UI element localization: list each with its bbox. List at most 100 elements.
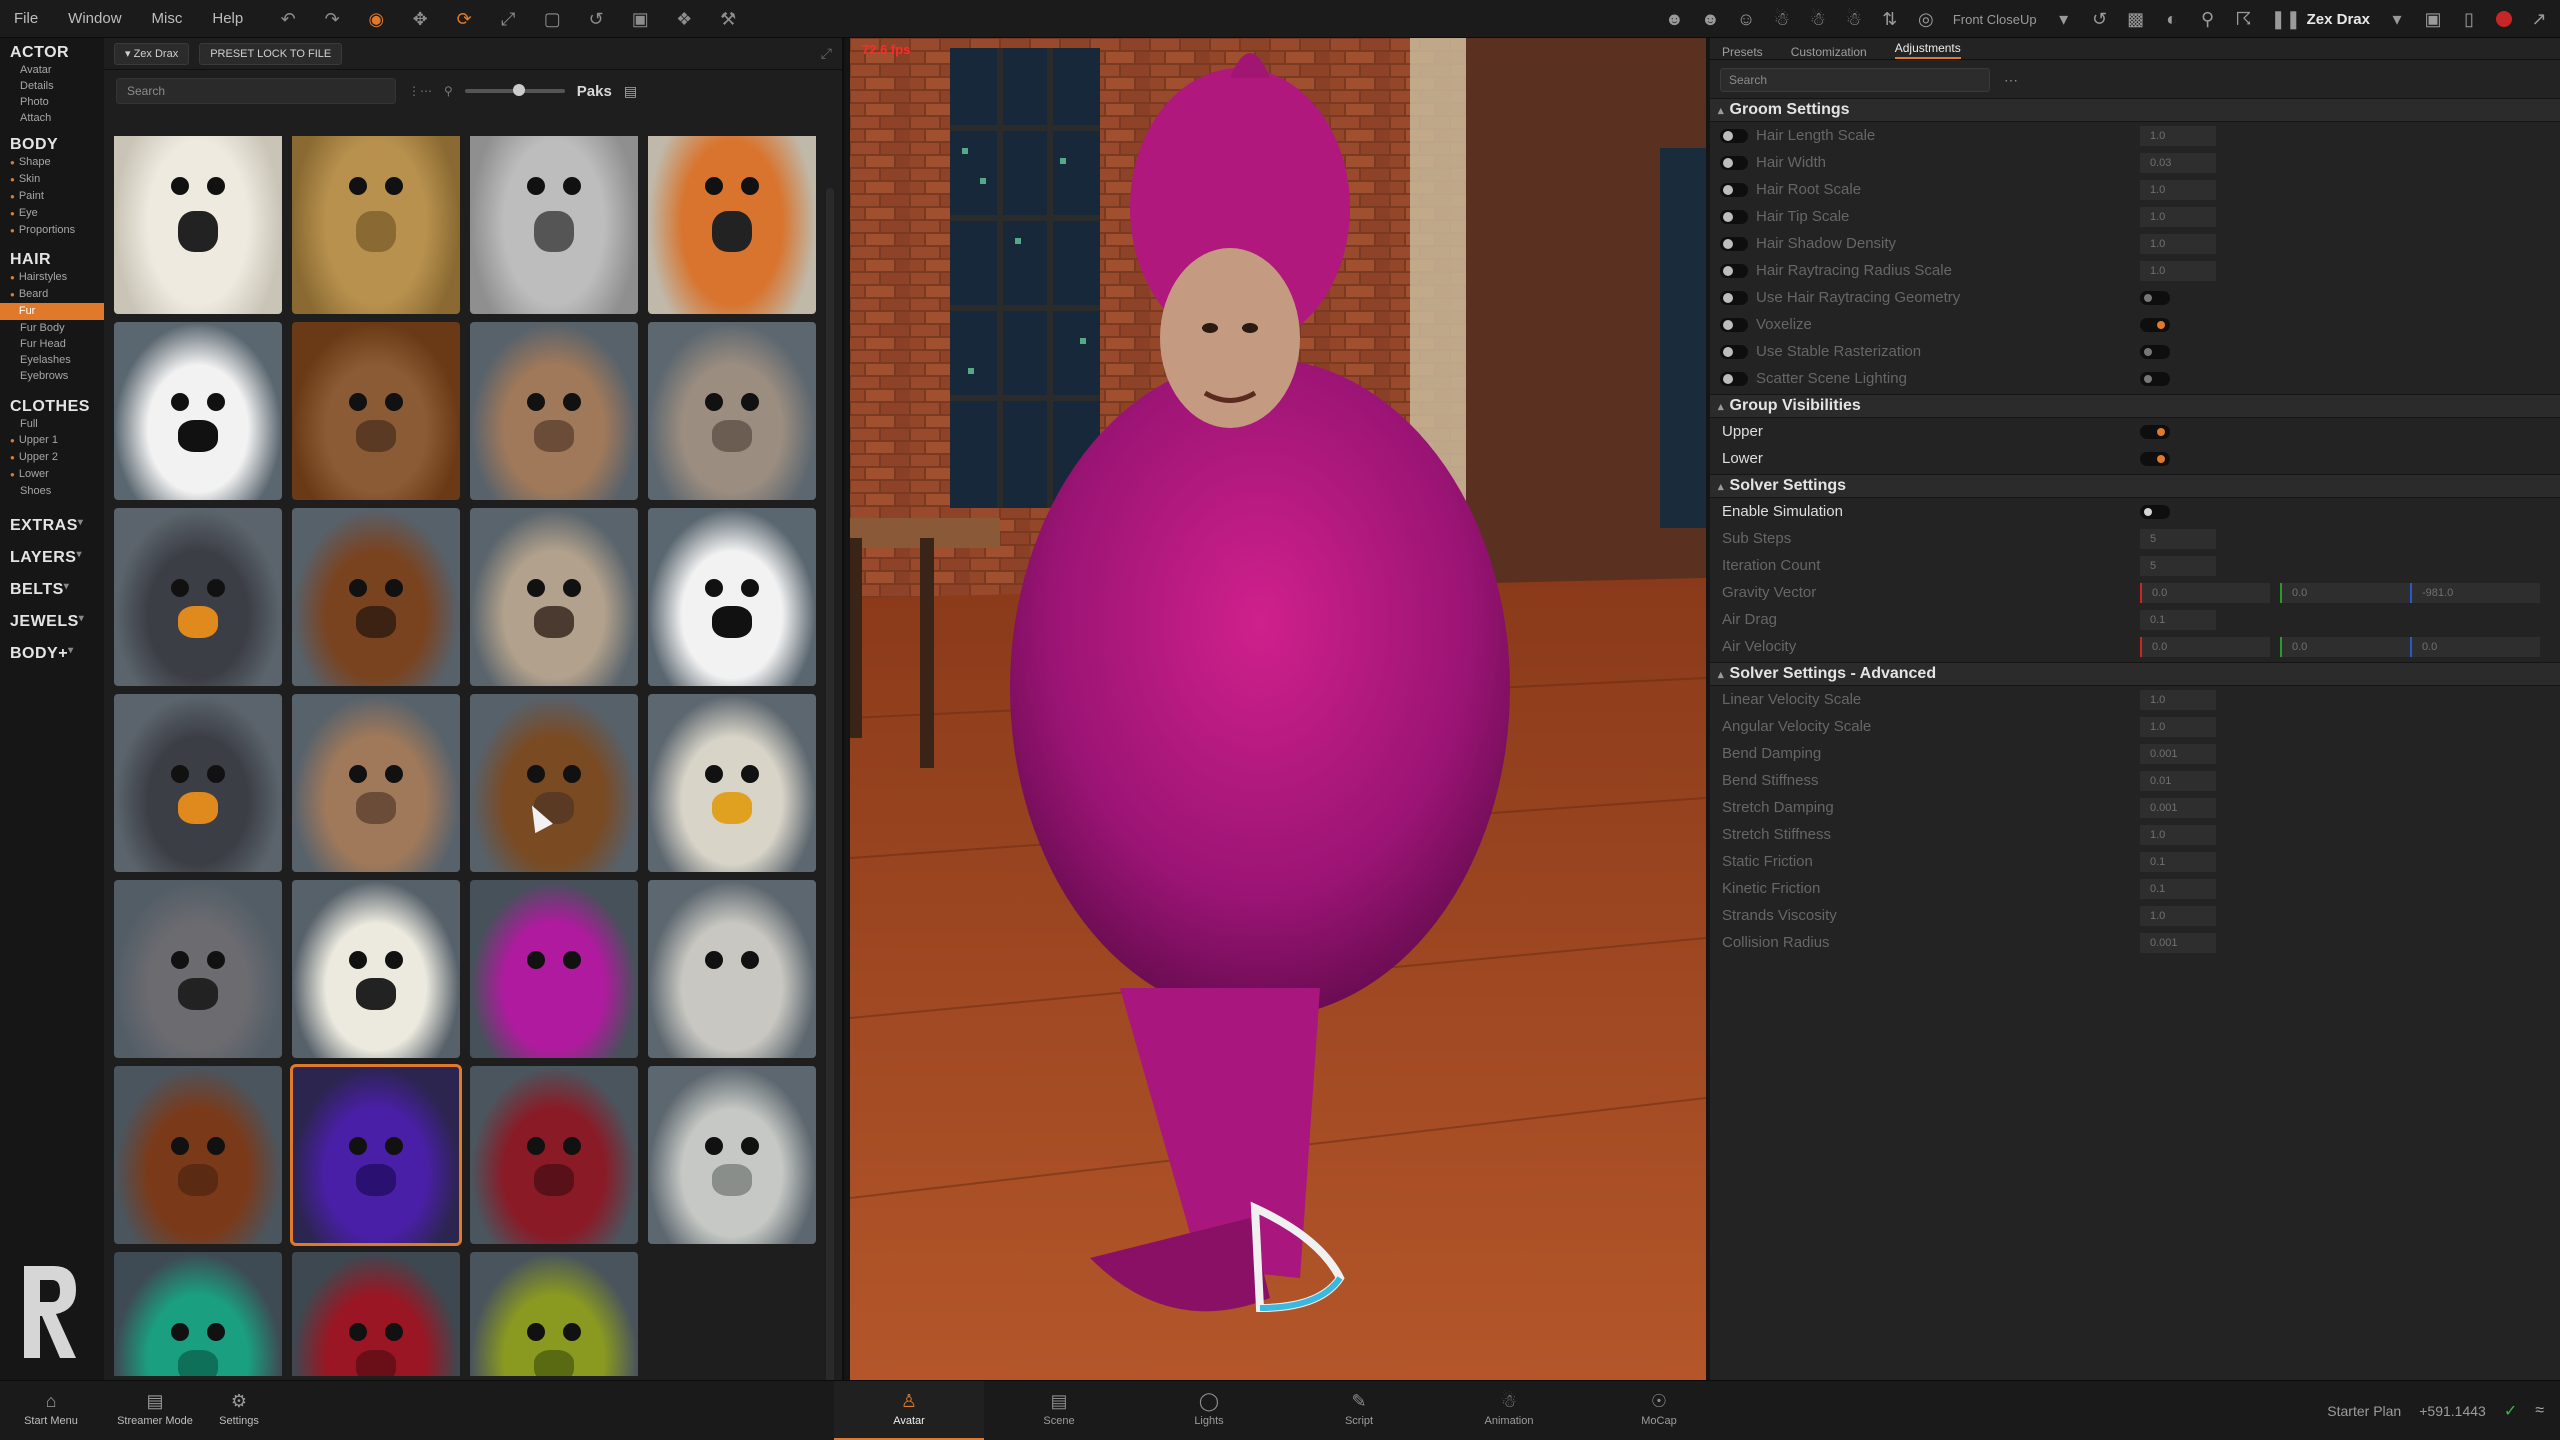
plan-label[interactable]: Starter Plan [2327,1403,2401,1419]
prop-value[interactable]: 0.001 [2140,743,2216,764]
tab-mocap[interactable]: ☉ MoCap [1584,1381,1734,1440]
section-layers[interactable]: LAYERS ▾ [0,549,104,567]
fox-face-tile[interactable] [648,136,816,314]
properties-search-input[interactable]: Search [1720,68,1990,92]
nav-eyebrows[interactable]: Eyebrows [10,368,104,384]
nav-shoes[interactable]: Shoes [10,483,104,499]
teal-furry-creature-tile[interactable] [114,1252,282,1376]
prop-value[interactable]: 5 [2140,528,2216,549]
redo-icon[interactable]: ↷ [321,8,343,30]
pause-icon[interactable]: ❚❚ [2271,8,2301,30]
gravity-z[interactable]: -981.0 [2410,582,2540,603]
video-camera-icon[interactable]: ▩ [2127,8,2145,30]
solver-settings-header[interactable]: Solver Settings [1710,474,2560,498]
nav-fur[interactable]: Fur [0,303,104,320]
lioness-face-tile[interactable] [470,322,638,500]
section-title[interactable]: ACTOR [10,44,104,62]
red-furry-creature-tile[interactable] [470,1066,638,1244]
tab-avatar[interactable]: ♙ Avatar [834,1381,984,1440]
chevron-down-icon[interactable]: ▾ [2055,8,2073,30]
override-toggle[interactable] [1720,182,1748,197]
panda-face-tile[interactable] [114,322,282,500]
prop-value[interactable]: 1.0 [2140,179,2216,200]
bull-face-tile[interactable] [292,508,460,686]
tab-presets[interactable]: Presets [1722,45,1763,59]
override-toggle[interactable] [1720,371,1748,386]
otter-face-tile[interactable] [470,508,638,686]
screenshot-icon[interactable]: ▣ [2424,8,2442,30]
prop-value[interactable]: 1.0 [2140,905,2216,926]
monkey-face-2-tile[interactable] [470,694,638,872]
prop-value[interactable]: 5 [2140,555,2216,576]
cube-icon[interactable]: ▢ [541,8,563,30]
actor-selector[interactable]: ▾ Zex Drax [114,42,190,65]
polar-bear-face-tile[interactable] [114,136,282,314]
nav-fur-head[interactable]: Fur Head [10,336,104,352]
eagle-face-tile[interactable] [648,694,816,872]
walk-camera-icon[interactable]: ☃ [1809,8,1827,30]
section-body-plus[interactable]: BODY+ ▾ [0,645,104,663]
air-velocity-z[interactable]: 0.0 [2410,636,2540,657]
3d-viewport[interactable]: 72.6 fps [850,38,1706,1380]
group-select-icon[interactable]: ◉ [365,8,387,30]
expand-icon[interactable]: ⤢ [821,45,832,62]
device-icon[interactable]: ▯ [2460,8,2478,30]
upper-body-camera-icon[interactable]: ☺ [1737,8,1755,30]
head-camera-icon[interactable]: ☻ [1665,8,1684,30]
menu-file[interactable]: File [14,10,38,27]
nav-upper-2[interactable]: Upper 2 [10,449,104,466]
nav-fur-body[interactable]: Fur Body [10,320,104,336]
groom-settings-header[interactable]: Groom Settings [1710,98,2560,122]
view-mode-select[interactable]: Front CloseUp [1953,12,2037,27]
record-icon[interactable] [2496,11,2512,27]
override-toggle[interactable] [1720,263,1748,278]
nav-skin[interactable]: Skin [10,171,104,188]
target-icon[interactable]: ◎ [1917,8,1935,30]
streamer-mode-button[interactable]: ▤ Streamer Mode [110,1391,200,1427]
gravity-y[interactable]: 0.0 [2280,582,2410,603]
prop-value[interactable]: 0.001 [2140,797,2216,818]
prop-value[interactable]: 1.0 [2140,260,2216,281]
override-toggle[interactable] [1720,290,1748,305]
override-toggle[interactable] [1720,344,1748,359]
prop-value[interactable]: 0.1 [2140,851,2216,872]
air-velocity-x[interactable]: 0.0 [2140,636,2270,657]
value-toggle[interactable] [2140,344,2170,359]
lion-mane-tile[interactable] [292,136,460,314]
duck-face-tile[interactable] [114,508,282,686]
library-scrollbar[interactable] [826,188,834,1418]
wolf-face-tile[interactable] [470,136,638,314]
monkey-face-tile[interactable] [292,322,460,500]
nav-beard[interactable]: Beard [10,286,104,303]
thumbnail-size-slider[interactable] [464,84,565,96]
section-jewels[interactable]: JEWELS ▾ [0,613,104,631]
menu-window[interactable]: Window [68,10,121,27]
wrench-icon[interactable]: ⚒ [717,8,739,30]
tab-scene[interactable]: ▤ Scene [984,1381,1134,1440]
air-velocity-y[interactable]: 0.0 [2280,636,2410,657]
current-avatar-name[interactable]: Zex Drax [2307,11,2370,28]
more-options-icon[interactable]: ⋯ [2004,72,2018,89]
lighting-icon[interactable]: ◐ [2163,8,2181,30]
start-menu-button[interactable]: ⌂ Start Menu [6,1391,96,1427]
prop-value[interactable]: 0.01 [2140,770,2216,791]
prop-value[interactable]: 0.1 [2140,878,2216,899]
section-title[interactable]: BODY [10,136,104,154]
stand-icon[interactable]: ☈ [2235,8,2253,30]
group-visibilities-header[interactable]: Group Visibilities [1710,394,2560,418]
nav-upper-1[interactable]: Upper 1 [10,432,104,449]
snap-icon[interactable]: ❖ [673,8,695,30]
frame-icon[interactable]: ▣ [629,8,651,30]
tab-animation[interactable]: ☃ Animation [1434,1381,1584,1440]
preset-lock-button[interactable]: PRESET LOCK TO FILE [199,42,343,65]
menu-misc[interactable]: Misc [152,10,183,27]
slider-knob[interactable] [512,84,525,96]
undo-icon[interactable]: ↶ [277,8,299,30]
override-toggle[interactable] [1720,317,1748,332]
rotate-icon[interactable]: ⟳ [453,8,475,30]
move-icon[interactable]: ✥ [409,8,431,30]
white-furry-creature-tile[interactable] [648,1066,816,1244]
settings-button[interactable]: ⚙ Settings [194,1391,284,1427]
section-title[interactable]: CLOTHES [10,398,104,416]
solver-advanced-header[interactable]: Solver Settings - Advanced [1710,662,2560,686]
